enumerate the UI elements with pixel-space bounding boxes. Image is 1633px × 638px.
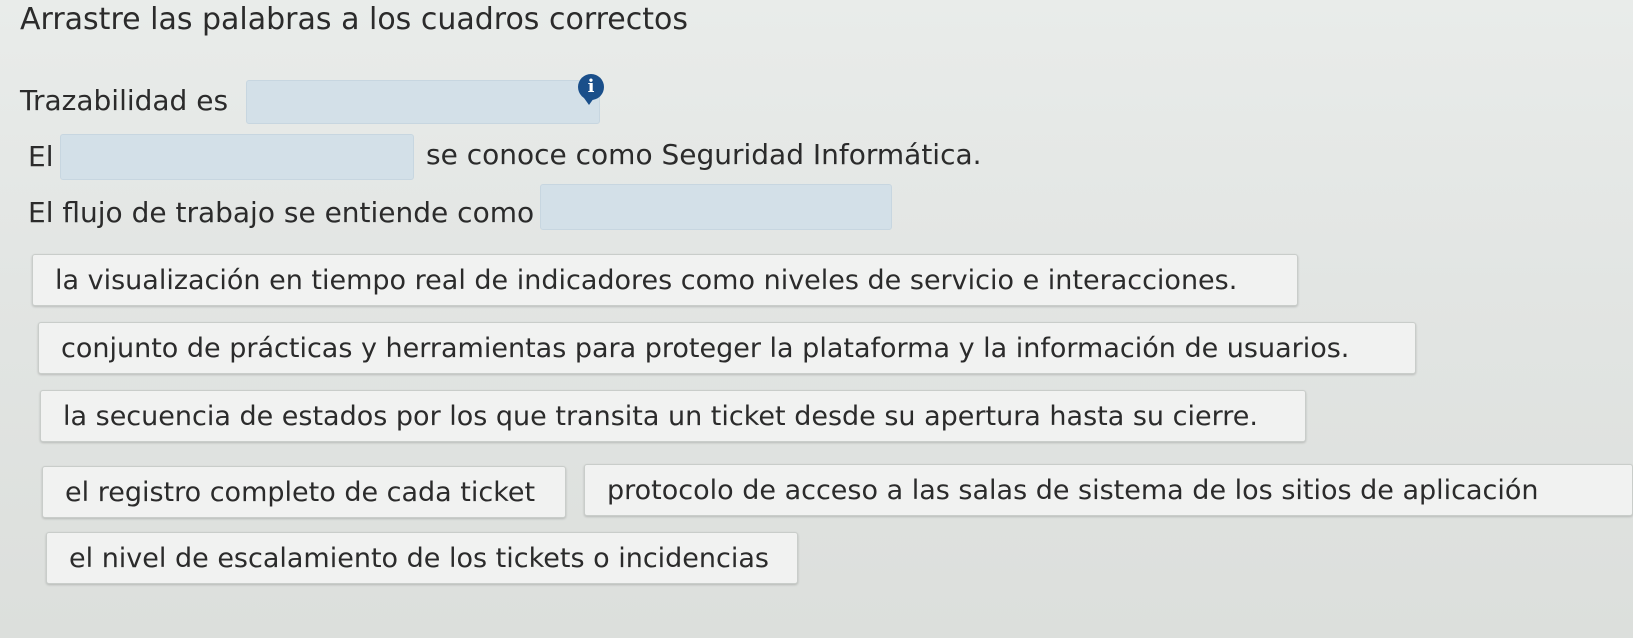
sentence-2-text-after: se conoce como Seguridad Informática.	[426, 138, 982, 171]
drop-zone-1[interactable]	[246, 80, 600, 124]
sentence-1-text: Trazabilidad es	[20, 84, 229, 117]
option-chip[interactable]: la visualización en tiempo real de indic…	[32, 254, 1298, 306]
option-chip[interactable]: conjunto de prácticas y herramientas par…	[38, 322, 1416, 374]
sentence-2-text-before: El	[28, 140, 54, 173]
info-icon[interactable]: i	[578, 74, 604, 105]
drop-zone-3[interactable]	[540, 184, 892, 230]
option-chip[interactable]: la secuencia de estados por los que tran…	[40, 390, 1306, 442]
option-chip[interactable]: protocolo de acceso a las salas de siste…	[584, 464, 1633, 516]
option-chip[interactable]: el nivel de escalamiento de los tickets …	[46, 532, 798, 584]
drop-zone-2[interactable]	[60, 134, 414, 180]
sentence-3-text: El flujo de trabajo se entiende como	[28, 196, 535, 229]
instructions-title: Arrastre las palabras a los cuadros corr…	[20, 2, 688, 37]
option-chip[interactable]: el registro completo de cada ticket	[42, 466, 566, 518]
